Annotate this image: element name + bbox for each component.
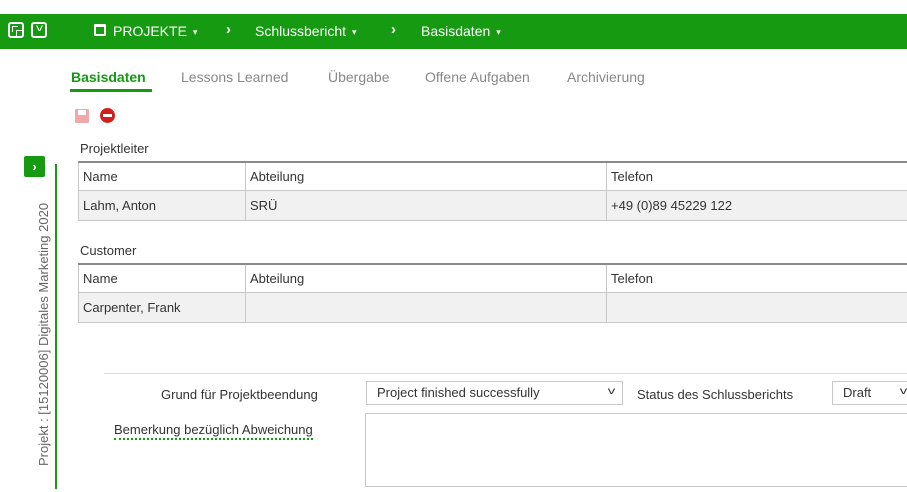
stop-icon[interactable] <box>100 108 115 123</box>
expand-icon[interactable]: › <box>24 156 45 177</box>
breadcrumb-basisdaten[interactable]: Basisdaten ▾ <box>421 23 501 39</box>
breadcrumb-schlussbericht[interactable]: Schlussbericht ▾ <box>255 23 357 39</box>
sidebar-accent-line <box>55 164 57 489</box>
cell-name: Carpenter, Frank <box>78 292 246 323</box>
chevron-down-icon[interactable]: v <box>31 22 47 38</box>
reason-select[interactable]: Project finished successfully v <box>366 381 623 405</box>
remark-label: Bemerkung bezüglich Abweichung <box>114 422 313 440</box>
top-navigation-bar: v PROJEKTE ▾ › Schlussbericht ▾ › Basisdat… <box>0 14 907 49</box>
column-header: Name <box>78 263 246 293</box>
column-header: Abteilung <box>245 161 607 191</box>
cell-telefon <box>606 292 907 323</box>
cell-telefon: +49 (0)89 45229 122 <box>606 190 907 221</box>
cell-abteilung <box>245 292 607 323</box>
table-header-row: Name Abteilung Telefon <box>78 161 907 191</box>
projects-menu[interactable]: PROJEKTE ▾ <box>113 23 197 39</box>
cell-name: Lahm, Anton <box>78 190 246 221</box>
reason-label: Grund für Projektbeendung <box>161 387 318 402</box>
section-title-projektleiter: Projektleiter <box>80 141 149 156</box>
table-header-row: Name Abteilung Telefon <box>78 263 907 293</box>
table-row[interactable]: Carpenter, Frank <box>78 292 907 323</box>
window-icon[interactable] <box>8 22 24 38</box>
form-divider <box>104 373 907 374</box>
column-header: Telefon <box>606 263 907 293</box>
calendar-icon <box>94 24 106 36</box>
breadcrumb-separator: › <box>226 21 231 38</box>
active-tab-indicator <box>70 89 152 92</box>
tab-lessons-learned[interactable]: Lessons Learned <box>181 69 288 85</box>
chevron-down-icon: v <box>607 386 616 397</box>
tab-uebergabe[interactable]: Übergabe <box>328 69 390 85</box>
table-row[interactable]: Lahm, Anton SRÜ +49 (0)89 45229 122 <box>78 190 907 221</box>
cell-abteilung: SRÜ <box>245 190 607 221</box>
remark-textarea[interactable] <box>365 413 907 487</box>
tab-archivierung[interactable]: Archivierung <box>567 69 645 85</box>
save-icon[interactable] <box>75 109 89 123</box>
tab-offene-aufgaben[interactable]: Offene Aufgaben <box>425 69 530 85</box>
column-header: Telefon <box>606 161 907 191</box>
status-select[interactable]: Draft v <box>832 381 907 405</box>
breadcrumb-separator: › <box>391 21 396 38</box>
column-header: Abteilung <box>245 263 607 293</box>
projektleiter-table: Name Abteilung Telefon Lahm, Anton SRÜ +… <box>78 161 907 221</box>
status-label: Status des Schlussberichts <box>637 387 794 402</box>
section-title-customer: Customer <box>80 243 137 258</box>
chevron-down-icon: v <box>899 386 907 397</box>
customer-table: Name Abteilung Telefon Carpenter, Frank <box>78 263 907 323</box>
tab-basisdaten[interactable]: Basisdaten <box>71 69 146 85</box>
project-title-vertical: Projekt : [15120006] Digitales Marketing… <box>36 202 51 466</box>
column-header: Name <box>78 161 246 191</box>
